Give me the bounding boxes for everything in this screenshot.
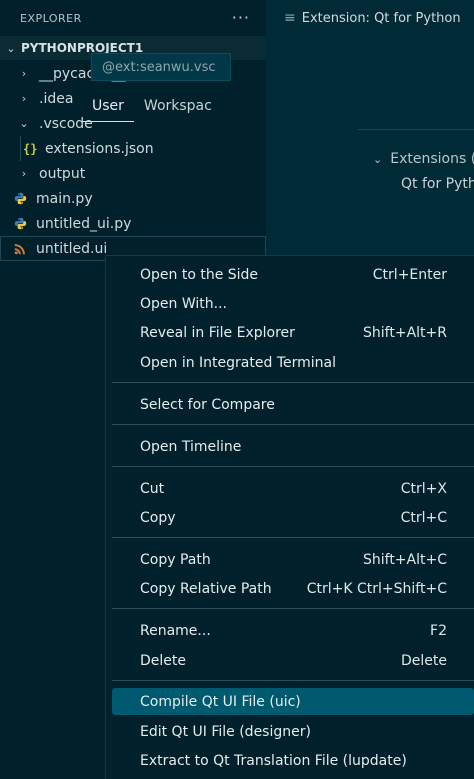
menu-item-copy-path[interactable]: Copy Path Shift+Alt+C — [112, 546, 474, 573]
menu-separator — [112, 382, 474, 383]
settings-scope-tabs: User Workspac — [82, 98, 222, 122]
menu-item-label: Open Timeline — [140, 438, 242, 455]
tree-item-label: untitled_ui.py — [36, 215, 132, 232]
menu-item-label: Select for Compare — [140, 396, 275, 413]
menu-separator — [112, 608, 474, 609]
menu-item-shortcut: Ctrl+K Ctrl+Shift+C — [306, 580, 447, 597]
indent-guide — [20, 136, 21, 161]
menu-item-label: Reveal in File Explorer — [140, 324, 295, 341]
rss-icon — [14, 243, 28, 255]
menu-item-copy-relative-path[interactable]: Copy Relative Path Ctrl+K Ctrl+Shift+C — [112, 575, 474, 602]
menu-item-open-timeline[interactable]: Open Timeline — [112, 433, 474, 460]
menu-item-label: Open in Integrated Terminal — [140, 354, 336, 371]
menu-item-label: Open With... — [140, 295, 227, 312]
menu-item-shortcut: Ctrl+Enter — [372, 266, 447, 283]
document-lines-icon: ≡ — [284, 10, 296, 26]
menu-item-label: Copy Relative Path — [140, 580, 272, 597]
menu-item-label: Delete — [140, 652, 186, 669]
menu-item-open-in-terminal[interactable]: Open in Integrated Terminal — [112, 349, 474, 376]
menu-item-shortcut: Shift+Alt+C — [362, 551, 447, 568]
tab-user[interactable]: User — [82, 98, 134, 122]
context-menu: Open to the Side Ctrl+Enter Open With...… — [105, 255, 474, 779]
menu-item-extract-qt-translation[interactable]: Extract to Qt Translation File (lupdate) — [112, 747, 474, 774]
python-icon — [14, 192, 28, 205]
menu-item-label: Rename... — [140, 622, 211, 639]
tree-item-label: untitled.ui — [36, 240, 108, 257]
chevron-down-icon: ⌄ — [373, 152, 383, 166]
menu-separator — [112, 680, 474, 681]
menu-separator — [112, 466, 474, 467]
menu-item-label: Edit Qt UI File (designer) — [140, 723, 311, 740]
settings-search-input[interactable]: @ext:seanwu.vsc — [91, 53, 231, 81]
menu-item-label: Open to the Side — [140, 266, 259, 283]
menu-item-shortcut: Ctrl+C — [400, 509, 447, 526]
explorer-header: EXPLORER ··· — [0, 0, 266, 36]
tree-item-label: .idea — [39, 90, 74, 107]
tab-workspace[interactable]: Workspac — [144, 98, 212, 122]
menu-item-label: Compile Qt UI File (uic) — [140, 693, 301, 710]
settings-divider — [358, 129, 474, 130]
chevron-right-icon: › — [21, 92, 27, 105]
menu-item-select-for-compare[interactable]: Select for Compare — [112, 391, 474, 418]
menu-item-shortcut: Ctrl+X — [400, 480, 447, 497]
menu-item-shortcut: F2 — [430, 622, 447, 639]
menu-item-shortcut: Delete — [401, 652, 447, 669]
menu-item-open-with[interactable]: Open With... — [112, 290, 474, 317]
group-label: Extensions (2 — [390, 151, 474, 167]
tree-item-output[interactable]: › output — [0, 161, 266, 186]
tree-item-label: output — [39, 165, 86, 182]
menu-item-copy[interactable]: Copy Ctrl+C — [112, 504, 474, 531]
chevron-right-icon: › — [21, 67, 27, 80]
chevron-down-icon: ⌄ — [19, 117, 29, 130]
more-actions-icon[interactable]: ··· — [232, 10, 250, 26]
menu-item-label: Copy Path — [140, 551, 211, 568]
tab-extension-qt-for-python[interactable]: ≡ Extension: Qt for Python — [266, 0, 474, 36]
menu-item-reveal-in-file-explorer[interactable]: Reveal in File Explorer Shift+Alt+R — [112, 319, 474, 346]
tree-item-extensions-json[interactable]: {} extensions.json — [0, 136, 266, 161]
explorer-title: EXPLORER — [20, 11, 82, 25]
settings-group-extensions[interactable]: ⌄ Extensions (2 — [373, 151, 474, 167]
menu-item-delete[interactable]: Delete Delete — [112, 647, 474, 674]
chevron-down-icon: ⌄ — [6, 41, 16, 55]
tree-item-main-py[interactable]: main.py — [0, 186, 266, 211]
menu-item-open-to-side[interactable]: Open to the Side Ctrl+Enter — [112, 261, 474, 288]
chevron-right-icon: › — [21, 167, 27, 180]
file-tree: › __pycache__ › .idea ⌄ .vscode {} exten… — [0, 61, 266, 261]
menu-separator — [112, 424, 474, 425]
tree-item-label: extensions.json — [45, 140, 154, 157]
menu-item-edit-qt-ui[interactable]: Edit Qt UI File (designer) — [112, 718, 474, 745]
menu-item-shortcut: Shift+Alt+R — [363, 324, 447, 341]
editor-tab-bar: ≡ Extension: Qt for Python — [266, 0, 474, 36]
tree-item-untitled-ui-py[interactable]: untitled_ui.py — [0, 211, 266, 236]
menu-separator — [112, 537, 474, 538]
settings-group-item[interactable]: Qt for Pyth — [401, 176, 474, 192]
tab-label: Extension: Qt for Python — [301, 10, 461, 26]
menu-item-compile-qt-ui[interactable]: Compile Qt UI File (uic) — [112, 688, 474, 715]
menu-item-label: Extract to Qt Translation File (lupdate) — [140, 752, 407, 769]
menu-item-cut[interactable]: Cut Ctrl+X — [112, 475, 474, 502]
tree-item-label: main.py — [36, 190, 93, 207]
menu-item-label: Cut — [140, 480, 165, 497]
menu-item-rename[interactable]: Rename... F2 — [112, 617, 474, 644]
menu-item-label: Copy — [140, 509, 176, 526]
python-icon — [14, 217, 28, 230]
json-icon: {} — [23, 141, 38, 156]
